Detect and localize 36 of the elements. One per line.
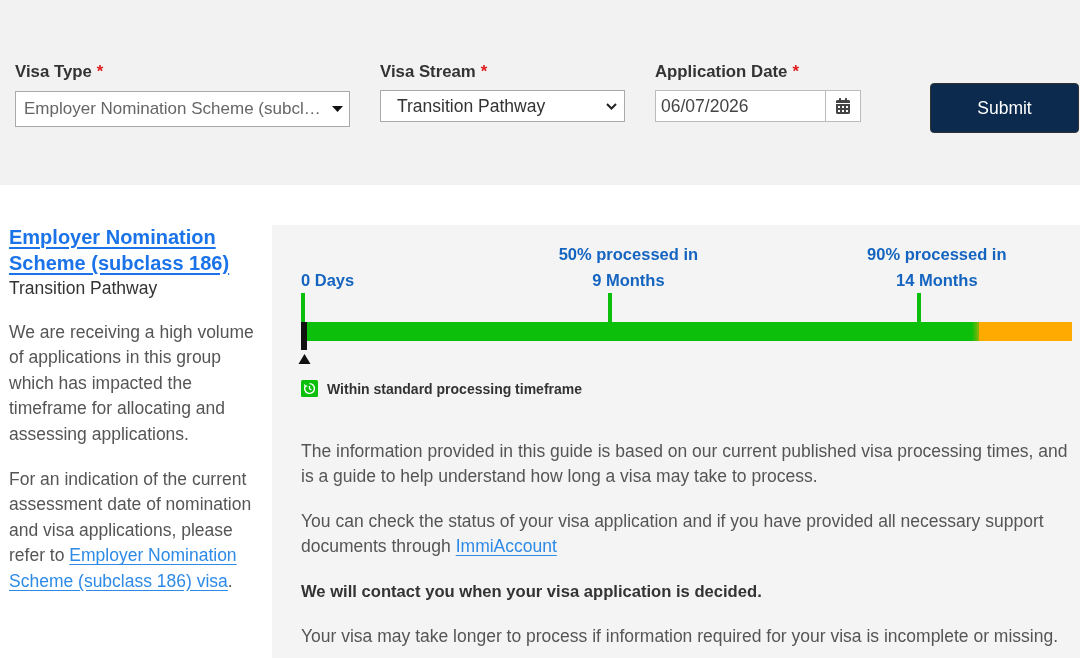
paragraph: You can check the status of your visa application and if you have provided all necessary support documents through ImmiAccount (301, 510, 1045, 558)
paragraph: We will contact you when your visa application is decided. (301, 581, 763, 603)
title-link[interactable]: Employer Nomination Scheme (subclass 186) (9, 224, 260, 276)
clock-icon (301, 380, 318, 397)
timeline-tick (301, 293, 305, 322)
field-label: Visa Type (15, 62, 92, 82)
chevron-down-icon (606, 102, 617, 110)
timeline-tick (608, 293, 613, 322)
legend-label: Within standard processing timeframe (327, 380, 583, 397)
calendar-button[interactable] (826, 90, 861, 122)
field-label: Visa Stream (380, 62, 476, 82)
text-link[interactable]: Scheme (subclass 186) visa (9, 570, 228, 591)
text-link[interactable]: ImmiAccount (455, 536, 557, 556)
dropdown[interactable]: Employer Nomination Scheme (subcl… (15, 91, 350, 127)
timeline-label: 9 Months (592, 270, 665, 291)
paragraph: Your visa may take longer to process if information required for your visa is incomplete or missing. (301, 625, 1060, 648)
pointer-marker-icon (298, 322, 311, 364)
required-asterisk: * (96, 62, 104, 82)
timeline-tick (916, 293, 921, 322)
timeline-label: 0 Days (301, 270, 355, 291)
date-input[interactable]: 06/07/2026 (655, 90, 826, 122)
timeline-label: 50% processed in (558, 244, 699, 265)
subtitle: Transition Pathway (9, 277, 159, 300)
text-link[interactable]: Employer Nomination (69, 545, 237, 566)
caret-down-icon (332, 106, 343, 112)
paragraph: The information provided in this guide is based on our current published visa processing times, and is a guide to help understand how long a visa may take to process. (301, 440, 1069, 488)
required-asterisk: * (792, 62, 799, 82)
submit-button[interactable]: Submit (930, 83, 1079, 133)
paragraph: We are receiving a high volume of applications in this group which has impacted the timeframe for allocating and assessing applications. (9, 321, 255, 446)
field-label: Application Date (655, 62, 788, 82)
timeline-label: 90% processed in (867, 244, 1007, 265)
timeline-label: 14 Months (896, 270, 978, 291)
paragraph: For an indication of the current assessment date of nomination and visa applications, please refer to Employer Nomination Scheme (subclass 186) visa. (9, 468, 253, 593)
required-asterisk: * (480, 62, 488, 82)
calendar-icon (835, 98, 851, 114)
dropdown[interactable]: Transition Pathway (380, 90, 625, 122)
